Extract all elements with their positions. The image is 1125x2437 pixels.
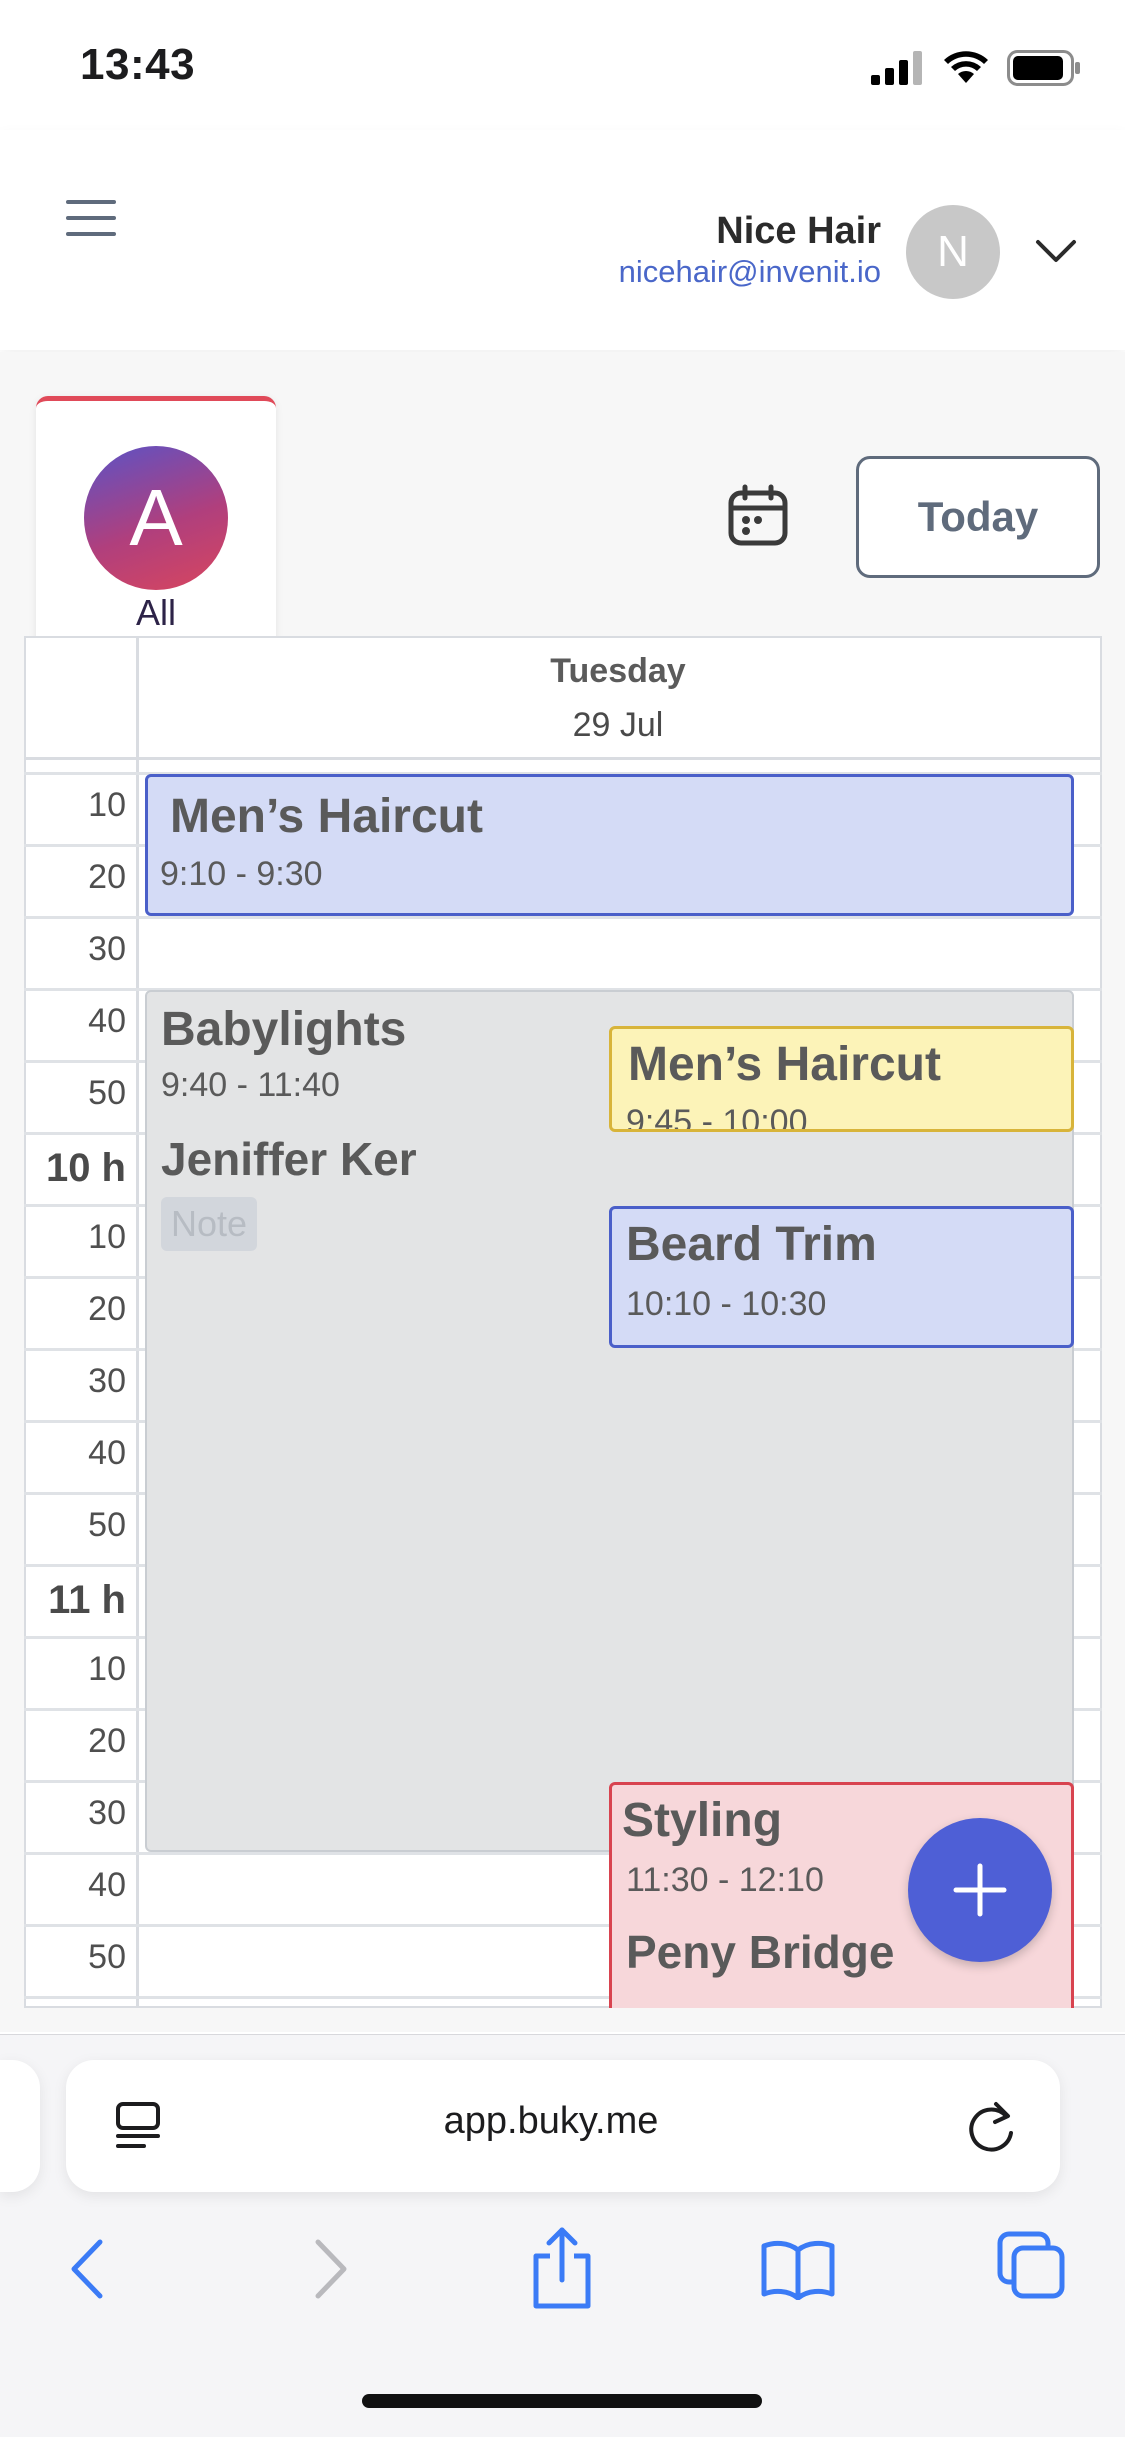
time-slot-label: 30 — [88, 1794, 126, 1832]
time-slot-label: 10 — [88, 1650, 126, 1688]
time-slot-label: 10 h — [45, 1146, 126, 1190]
today-button[interactable]: Today — [856, 456, 1100, 578]
user-name: Nice Hair — [716, 210, 881, 252]
appointment-title: Men’s Haircut — [628, 1038, 941, 1091]
battery-icon — [1007, 50, 1080, 86]
user-avatar[interactable]: N — [906, 205, 1000, 299]
menu-icon[interactable] — [66, 200, 118, 240]
time-slot-label: 20 — [88, 1290, 126, 1328]
add-appointment-button[interactable] — [908, 1818, 1052, 1962]
time-gutter-divider — [136, 636, 139, 2008]
time-slot-label: 30 — [88, 930, 126, 968]
time-slot-label: 40 — [88, 1002, 126, 1040]
wifi-icon — [944, 51, 988, 83]
day-date: 29 Jul — [572, 706, 664, 744]
time-slot-label: 20 — [88, 858, 126, 896]
user-email: nicehair@invenit.io — [618, 254, 881, 289]
time-slot-label: 10 — [88, 1218, 126, 1256]
day-name: Tuesday — [550, 652, 686, 690]
cellular-signal-icon — [871, 51, 922, 85]
slot-divider — [24, 916, 1102, 919]
appointment-client: Peny Bridge — [626, 1926, 895, 1978]
back-icon[interactable] — [64, 2236, 112, 2302]
appointment-title: Babylights — [161, 1003, 407, 1056]
appointment-client: Jeniffer Ker — [161, 1133, 417, 1185]
staff-label[interactable]: All — [96, 592, 216, 634]
forward-icon[interactable] — [306, 2236, 354, 2302]
time-slot-label: 50 — [88, 1506, 126, 1544]
time-slot-label: 50 — [88, 1938, 126, 1976]
note-badge[interactable]: Note — [161, 1197, 258, 1251]
chevron-down-icon[interactable] — [1034, 236, 1078, 266]
appointment-title: Beard Trim — [626, 1218, 877, 1271]
appointment-mens-haircut-2[interactable]: Men’s Haircut 9:45 - 10:00 — [609, 1026, 1074, 1132]
tabs-icon[interactable] — [996, 2230, 1068, 2302]
appointment-mens-haircut-1[interactable]: Men’s Haircut 9:10 - 9:30 — [145, 774, 1074, 916]
url-text[interactable]: app.buky.me — [356, 2100, 746, 2143]
appointment-time: 9:40 - 11:40 — [161, 1066, 340, 1104]
calendar-icon[interactable] — [726, 484, 790, 548]
appointment-title: Men’s Haircut — [170, 790, 483, 843]
appointment-time: 11:30 - 12:10 — [626, 1861, 824, 1899]
time-slot-label: 40 — [88, 1434, 126, 1472]
time-slot-label: 30 — [88, 1362, 126, 1400]
appointment-beard-trim[interactable]: Beard Trim 10:10 - 10:30 — [609, 1206, 1074, 1348]
appointment-time: 9:10 - 9:30 — [160, 855, 323, 893]
appointment-title: Styling — [622, 1794, 783, 1847]
status-icons — [871, 48, 1081, 88]
previous-tab-preview[interactable] — [0, 2060, 40, 2192]
share-icon[interactable] — [528, 2226, 596, 2310]
status-time: 13:43 — [80, 40, 196, 89]
plus-icon — [953, 1863, 1007, 1917]
time-slot-label: 10 — [88, 786, 126, 824]
time-slot-label: 11 h — [48, 1578, 126, 1622]
staff-avatar[interactable]: A — [84, 446, 228, 590]
reload-icon[interactable] — [962, 2096, 1020, 2158]
page-menu-icon[interactable] — [114, 2098, 164, 2154]
time-slot-label: 50 — [88, 1074, 126, 1112]
time-slot-label: 20 — [88, 1722, 126, 1760]
bookmarks-icon[interactable] — [760, 2238, 836, 2300]
appointment-time: 9:45 - 10:00 — [626, 1103, 808, 1132]
home-indicator — [362, 2394, 762, 2408]
time-slot-label: 40 — [88, 1866, 126, 1904]
appointment-time: 10:10 - 10:30 — [626, 1285, 827, 1323]
